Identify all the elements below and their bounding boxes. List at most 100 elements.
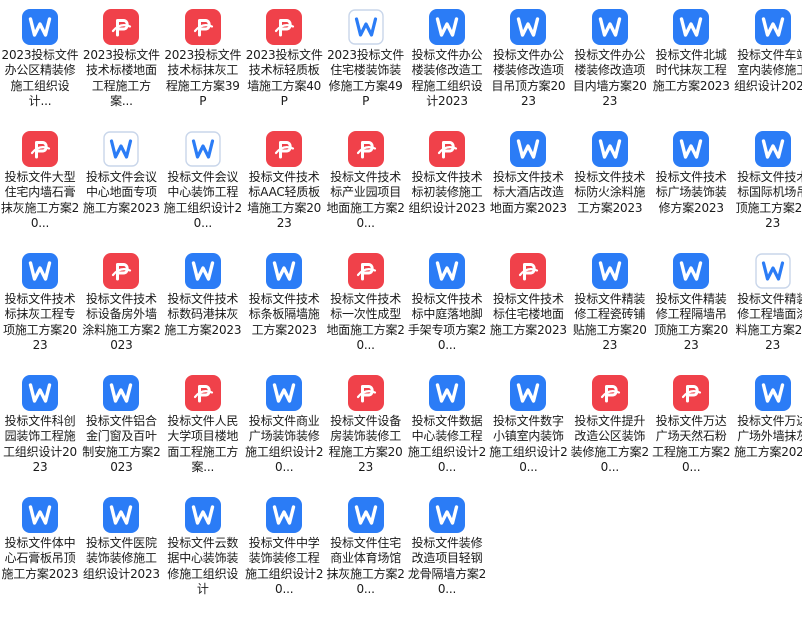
file-name-label: 2023投标文件技术标抹灰工程施工方案39P	[164, 48, 242, 108]
file-item[interactable]: 投标文件体中心石膏板吊顶施工方案2023	[0, 491, 80, 613]
pdf-doc-icon	[265, 130, 303, 168]
file-item[interactable]: 2023投标文件技术标抹灰工程施工方案39P	[163, 3, 243, 125]
file-item[interactable]: 投标文件科创园装饰工程施工组织设计2023	[0, 369, 80, 491]
file-name-label: 投标文件车站室内装修施工组织设计2023	[734, 48, 802, 93]
file-item[interactable]: 投标文件技术标住宅楼地面施工方案2023	[488, 247, 568, 369]
file-item[interactable]: 投标文件住宅商业体育场馆抹灰施工方案20...	[326, 491, 406, 613]
word-doc-icon	[591, 130, 629, 168]
file-item[interactable]: 投标文件商业广场装饰装修施工组织设计20...	[244, 369, 324, 491]
word-doc-icon	[21, 8, 59, 46]
file-item[interactable]: 投标文件技术标大酒店改造地面方案2023	[488, 125, 568, 247]
file-item[interactable]: 投标文件医院装饰装修施工组织设计2023	[81, 491, 161, 613]
word-doc-icon	[509, 130, 547, 168]
file-item[interactable]: 投标文件技术标条板隔墙施工方案2023	[244, 247, 324, 369]
word-doc-icon	[21, 252, 59, 290]
file-item[interactable]: 2023投标文件办公区精装修施工组织设计...	[0, 3, 80, 125]
file-name-label: 投标文件技术标产业园项目地面施工方案20...	[326, 170, 405, 230]
file-name-label: 投标文件商业广场装饰装修施工组织设计20...	[245, 414, 324, 474]
word-doc-icon	[754, 8, 792, 46]
word-doc-icon	[591, 252, 629, 290]
file-item[interactable]: 投标文件精装修工程隔墙吊顶施工方案2023	[651, 247, 731, 369]
word-doc-icon	[672, 8, 710, 46]
word-doc-icon	[591, 8, 629, 46]
file-name-label: 投标文件中学装饰装修工程施工组织设计20...	[245, 536, 324, 596]
file-grid: 2023投标文件办公区精装修施工组织设计... 2023投标文件技术标楼地面工程施…	[0, 0, 802, 635]
file-item[interactable]: 投标文件技术标中庭落地脚手架专项方案20...	[407, 247, 487, 369]
file-item[interactable]: 投标文件精装修工程瓷砖铺贴施工方案2023	[570, 247, 650, 369]
file-name-label: 投标文件技术标中庭落地脚手架专项方案20...	[407, 292, 487, 352]
file-item[interactable]: 投标文件技术标设备房外墙涂料施工方案2023	[81, 247, 161, 369]
file-name-label: 投标文件技术标AAC轻质板墙施工方案2023	[247, 170, 322, 230]
file-name-label: 投标文件提升改造公区装饰装修施工方案20...	[570, 414, 649, 474]
file-item[interactable]: 投标文件技术标广场装饰装修方案2023	[651, 125, 731, 247]
pdf-doc-icon	[672, 374, 710, 412]
word-doc-icon	[265, 496, 303, 534]
file-name-label: 投标文件技术标初装修施工组织设计2023	[408, 170, 486, 215]
pdf-doc-icon	[21, 130, 59, 168]
file-item[interactable]: 投标文件技术标初装修施工组织设计2023	[407, 125, 487, 247]
file-item[interactable]: 投标文件铝合金门窗及百叶制安施工方案2023	[81, 369, 161, 491]
word-doc-icon	[265, 252, 303, 290]
file-item[interactable]: 投标文件办公楼装修改造项目内墙方案2023	[570, 3, 650, 125]
file-item[interactable]: 投标文件技术标产业园项目地面施工方案20...	[326, 125, 406, 247]
word-doc-icon	[428, 8, 466, 46]
file-name-label: 投标文件技术标国际机场吊顶施工方案2023	[735, 170, 802, 230]
file-item[interactable]: 投标文件人民大学项目楼地面工程施工方案...	[163, 369, 243, 491]
file-item[interactable]: 投标文件技术标AAC轻质板墙施工方案2023	[244, 125, 324, 247]
file-name-label: 投标文件精装修工程瓷砖铺贴施工方案2023	[572, 292, 647, 352]
word-doc-icon	[428, 252, 466, 290]
file-item[interactable]: 投标文件车站室内装修施工组织设计2023	[733, 3, 802, 125]
file-item[interactable]: 投标文件云数据中心装饰装修施工组织设计	[163, 491, 243, 613]
file-name-label: 投标文件技术标广场装饰装修方案2023	[655, 170, 727, 215]
file-item[interactable]: 投标文件万达广场天然石粉工程施工方案20...	[651, 369, 731, 491]
file-item[interactable]: 投标文件万达广场外墙抹灰施工方案2023	[733, 369, 802, 491]
file-name-label: 投标文件技术标住宅楼地面施工方案2023	[489, 292, 567, 337]
word-doc-icon	[347, 8, 385, 46]
file-name-label: 2023投标文件住宅楼装饰装修施工方案49P	[327, 48, 405, 108]
file-item[interactable]: 投标文件技术标防火涂料施工方案2023	[570, 125, 650, 247]
pdf-doc-icon	[102, 252, 140, 290]
word-doc-icon	[21, 496, 59, 534]
file-name-label: 2023投标文件办公区精装修施工组织设计...	[1, 48, 79, 108]
file-item[interactable]: 投标文件中学装饰装修工程施工组织设计20...	[244, 491, 324, 613]
file-name-label: 投标文件办公楼装修改造项目内墙方案2023	[572, 48, 647, 108]
word-doc-icon	[265, 374, 303, 412]
file-item[interactable]: 投标文件技术标一次性成型地面施工方案20...	[326, 247, 406, 369]
file-name-label: 投标文件设备房装饰装修工程施工方案2023	[328, 414, 403, 474]
file-item[interactable]: 投标文件会议中心装饰工程施工组织设计20...	[163, 125, 243, 247]
file-name-label: 投标文件技术标一次性成型地面施工方案20...	[326, 292, 405, 352]
file-item[interactable]: 投标文件技术标数码港抹灰施工方案2023	[163, 247, 243, 369]
file-item[interactable]: 投标文件精装修工程墙面涂料施工方案2023	[733, 247, 802, 369]
file-item[interactable]: 投标文件装修改造项目轻钢龙骨隔墙方案20...	[407, 491, 487, 613]
word-doc-icon	[754, 252, 792, 290]
pdf-doc-icon	[428, 130, 466, 168]
file-name-label: 投标文件会议中心装饰工程施工组织设计20...	[163, 170, 242, 230]
file-item[interactable]: 投标文件大型住宅内墙石膏抹灰施工方案20...	[0, 125, 80, 247]
file-name-label: 投标文件精装修工程隔墙吊顶施工方案2023	[654, 292, 729, 352]
file-item[interactable]: 投标文件数字小镇室内装饰施工组织设计20...	[488, 369, 568, 491]
word-doc-icon	[428, 374, 466, 412]
file-name-label: 投标文件住宅商业体育场馆抹灰施工方案20...	[326, 536, 405, 596]
file-item[interactable]: 投标文件办公楼装修改造工程施工组织设计2023	[407, 3, 487, 125]
file-item[interactable]: 投标文件技术标抹灰工程专项施工方案2023	[0, 247, 80, 369]
file-item[interactable]: 投标文件北城时代抹灰工程施工方案2023	[651, 3, 731, 125]
file-item[interactable]: 投标文件会议中心地面专项施工方案2023	[81, 125, 161, 247]
file-item[interactable]: 投标文件设备房装饰装修工程施工方案2023	[326, 369, 406, 491]
pdf-doc-icon	[509, 252, 547, 290]
file-item[interactable]: 2023投标文件技术标楼地面工程施工方案...	[81, 3, 161, 125]
file-name-label: 投标文件万达广场外墙抹灰施工方案2023	[734, 414, 802, 459]
file-name-label: 投标文件技术标设备房外墙涂料施工方案2023	[82, 292, 161, 352]
file-item[interactable]: 投标文件提升改造公区装饰装修施工方案20...	[570, 369, 650, 491]
word-doc-icon	[184, 496, 222, 534]
pdf-doc-icon	[347, 252, 385, 290]
file-item[interactable]: 投标文件办公楼装修改造项目吊顶方案2023	[488, 3, 568, 125]
word-doc-icon	[672, 252, 710, 290]
file-item[interactable]: 2023投标文件技术标轻质板墙施工方案40P	[244, 3, 324, 125]
file-item[interactable]: 投标文件技术标国际机场吊顶施工方案2023	[733, 125, 802, 247]
file-name-label: 投标文件人民大学项目楼地面工程施工方案...	[167, 414, 239, 474]
pdf-doc-icon	[591, 374, 629, 412]
file-item[interactable]: 2023投标文件住宅楼装饰装修施工方案49P	[326, 3, 406, 125]
file-name-label: 投标文件会议中心地面专项施工方案2023	[82, 170, 160, 215]
file-name-label: 2023投标文件技术标轻质板墙施工方案40P	[245, 48, 323, 108]
file-item[interactable]: 投标文件数据中心装修工程施工组织设计20...	[407, 369, 487, 491]
